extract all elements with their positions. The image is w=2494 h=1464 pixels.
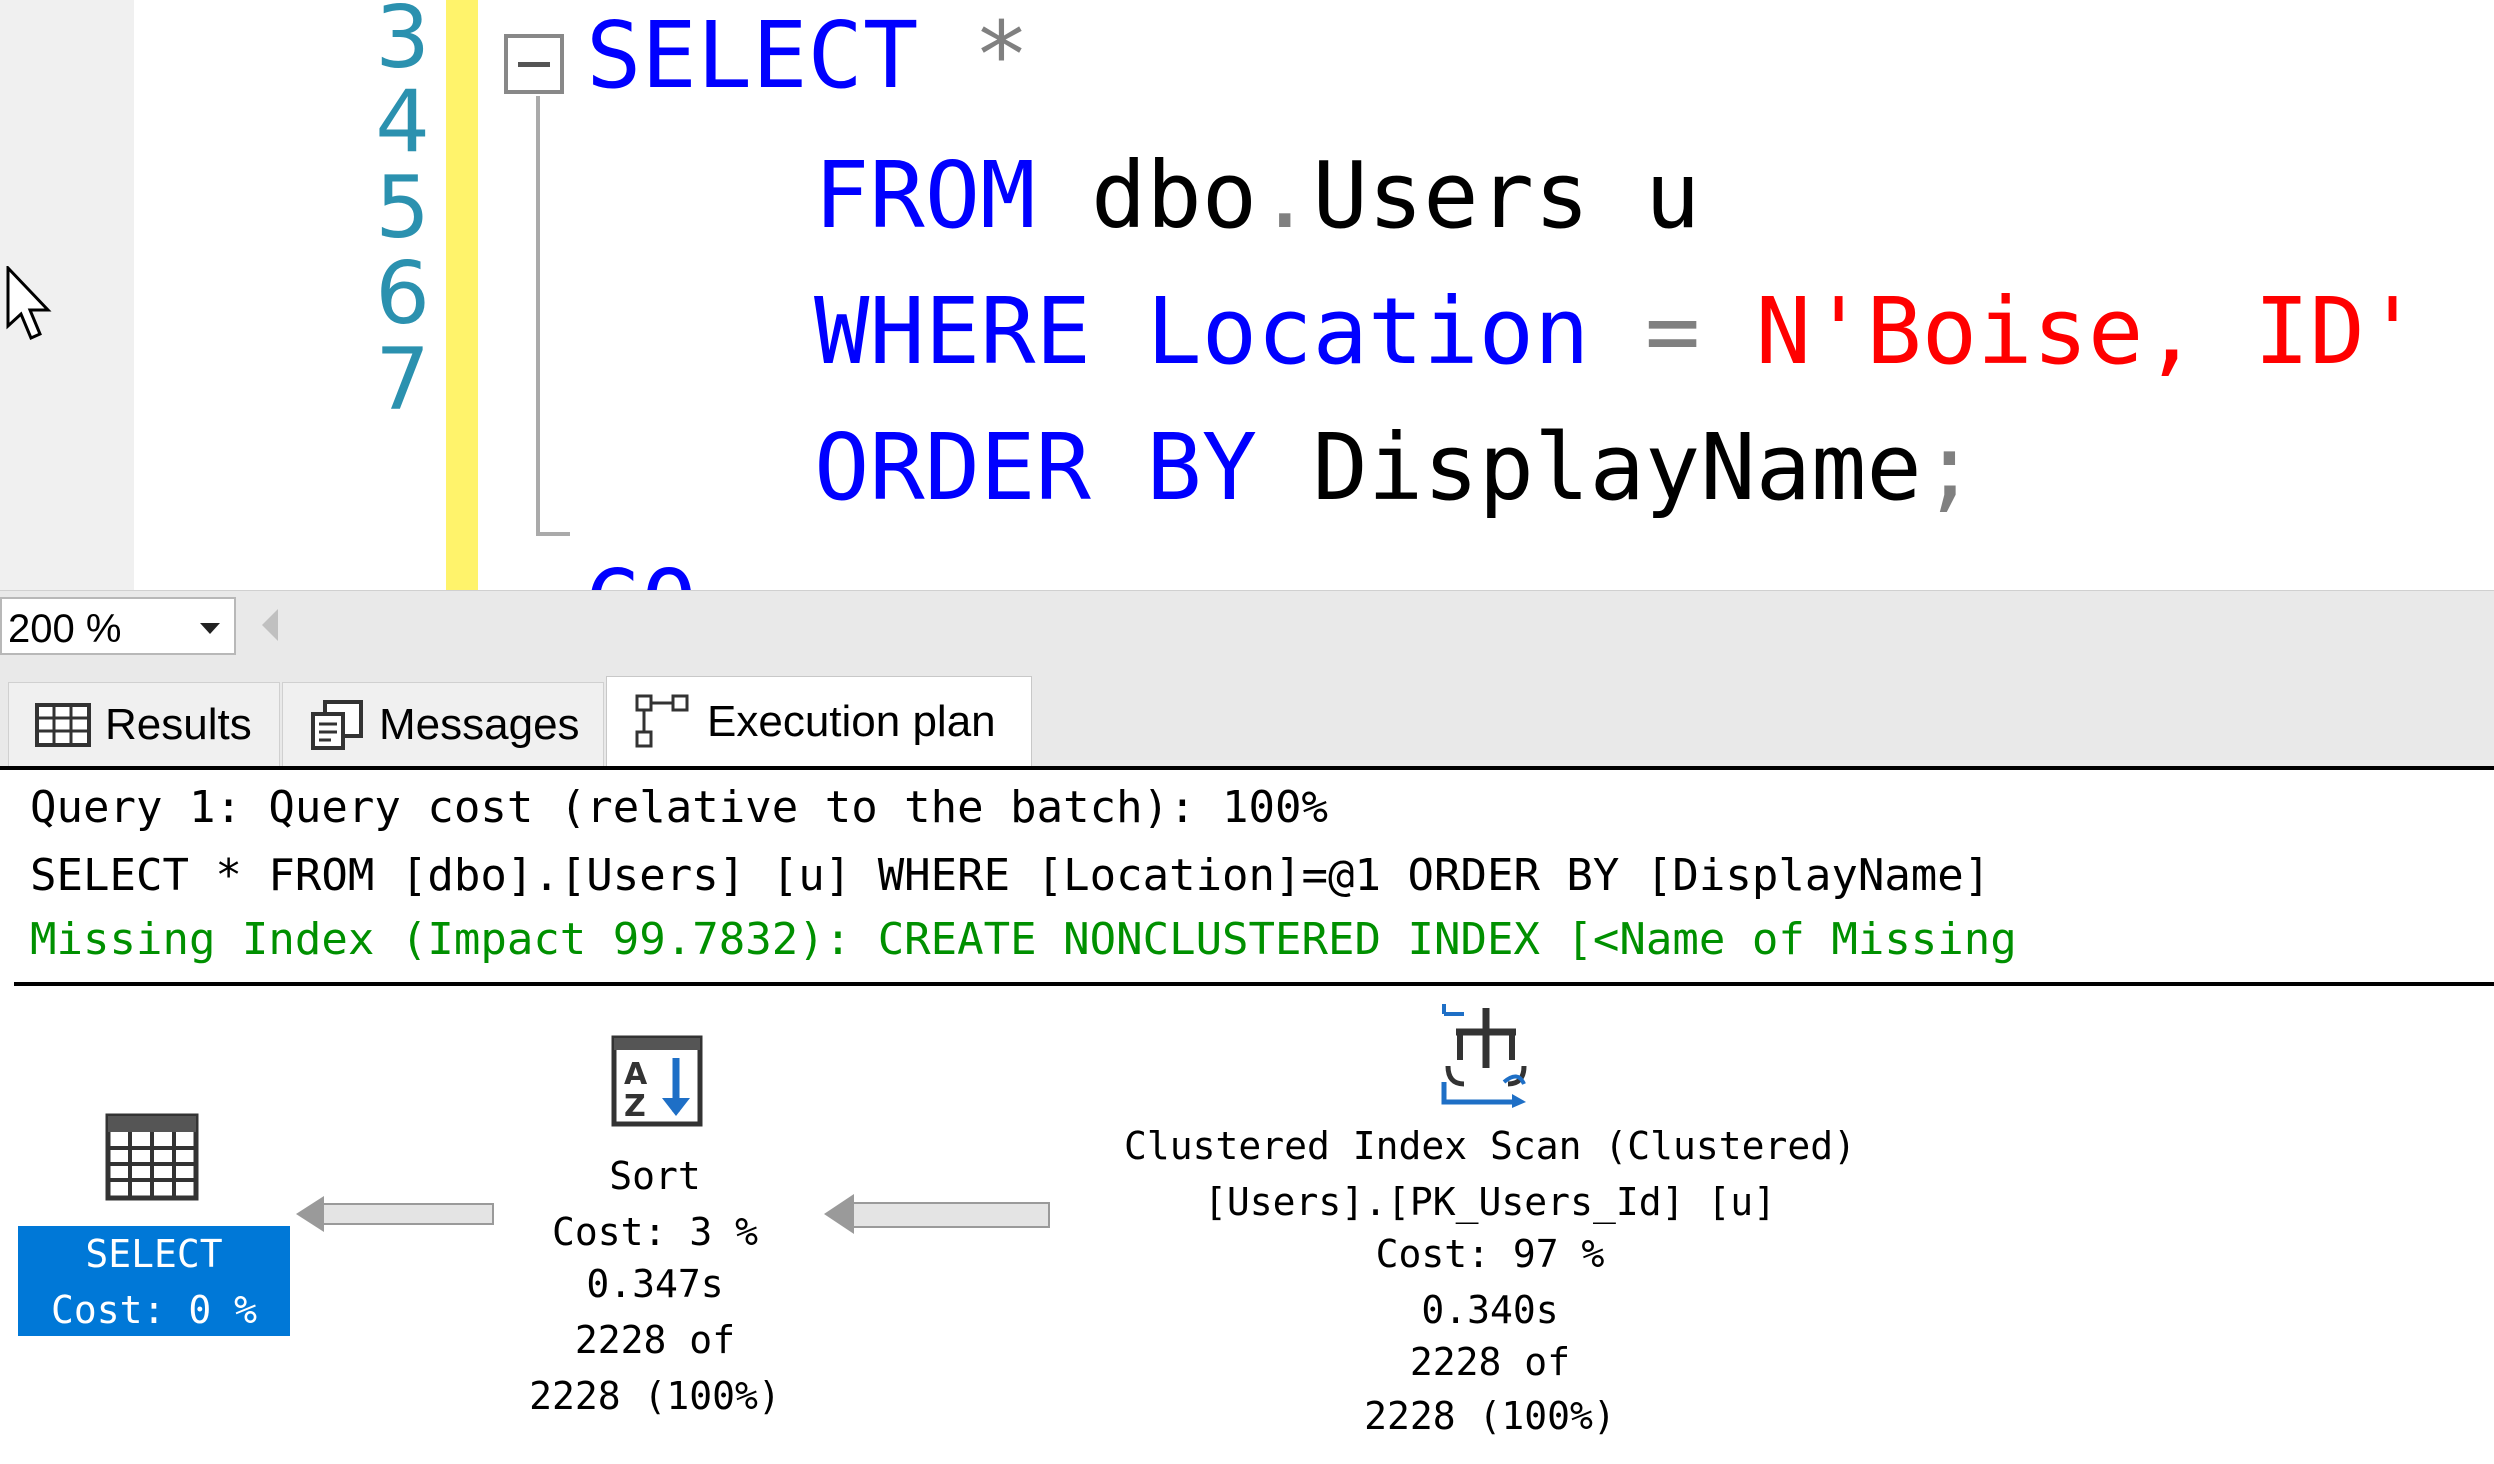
code-token: FROM [814,142,1036,249]
sort-az-icon: A Z [611,1035,703,1127]
code-token: DisplayName [1257,414,1922,521]
sort-operator-name: Sort [609,1154,701,1198]
chevron-down-icon [200,623,220,634]
zoom-dropdown[interactable]: 200 % [0,597,236,655]
code-token: . [1257,142,1313,249]
execution-plan-icon [635,694,689,747]
code-line[interactable]: GO [586,544,697,590]
code-token: SELECT [586,2,919,109]
tab-execution-plan-label: Execution plan [707,696,996,746]
scan-operator-time: 0.340s [1421,1288,1559,1332]
zoom-value: 200 % [8,607,122,651]
code-line[interactable]: ORDER BY DisplayName; [814,408,1977,528]
svg-text:Z: Z [624,1089,646,1124]
line-number: 4 [375,72,430,172]
sort-operator-time: 0.347s [586,1262,724,1306]
query-text: SELECT * FROM [dbo].[Users] [u] WHERE [L… [30,850,1991,901]
tab-messages[interactable]: Messages [282,682,604,766]
line-number: 7 [375,330,430,430]
results-tab-strip: Results Messages Execution plan [0,660,2494,770]
tab-results[interactable]: Results [8,682,280,766]
code-token: ; [1921,414,1978,521]
code-token: Users u [1312,142,1701,249]
code-token: GO [586,550,697,590]
missing-index-hint[interactable]: Missing Index (Impact 99.7832): CREATE N… [30,914,2017,965]
line-number: 5 [375,158,430,258]
sort-operator-rows: 2228 of [574,1318,736,1362]
code-line[interactable]: WHERE Location = N'Boise, ID' [814,272,2420,392]
zoom-bar: 200 % [0,590,2494,661]
scan-operator-name: Clustered Index Scan (Clustered) [1123,1124,1857,1168]
tab-results-label: Results [105,699,252,749]
select-operator-label-box: SELECT Cost: 0 % [18,1226,290,1336]
sort-operator-cost: Cost: 3 % [552,1210,758,1254]
code-token: dbo [1035,142,1258,249]
select-operator-name: SELECT [85,1232,223,1276]
select-operator-cost: Cost: 0 % [51,1288,257,1332]
sort-operator-rows-total: 2228 (100%) [529,1374,781,1418]
clustered-index-scan-icon [1441,1004,1527,1108]
code-token: Location [1146,278,1590,385]
collapse-outline-icon[interactable] [504,34,564,94]
plan-header-divider [14,982,2494,986]
execution-plan-pane: Query 1: Query cost (relative to the bat… [0,770,2494,1464]
code-token: N'Boise, ID' [1755,278,2421,385]
scan-operator-object: [Users].[PK_Users_Id] [u] [1204,1180,1776,1224]
grid-icon [35,702,91,747]
query-cost-header: Query 1: Query cost (relative to the bat… [30,782,1329,833]
code-line[interactable]: FROM dbo.Users u [814,136,1700,256]
select-result-icon [105,1113,199,1201]
code-line[interactable]: SELECT * [586,0,1029,116]
code-token: BY [1146,414,1258,521]
scan-operator-cost: Cost: 97 % [1375,1232,1605,1276]
tab-messages-label: Messages [379,699,580,749]
messages-icon [311,699,363,750]
line-number: 6 [375,244,430,344]
code-token: * [973,2,1030,109]
scan-operator-rows: 2228 of [1409,1340,1571,1384]
outline-guide [536,96,540,536]
code-token: WHERE [814,278,1091,385]
scroll-left-arrow-icon[interactable] [262,609,278,641]
query-editor[interactable]: 3 4 5 6 7 SELECT * FROM dbo.Users u WHER… [0,0,2494,590]
scan-operator-rows-total: 2228 (100%) [1364,1394,1616,1438]
outline-guide-end [536,532,570,536]
code-token: = [1644,278,1701,385]
change-tracking-bar [446,0,478,590]
mouse-cursor-icon [6,266,52,340]
svg-text:A: A [624,1057,648,1092]
code-token: ORDER [814,414,1091,521]
tab-execution-plan[interactable]: Execution plan [606,676,1032,766]
